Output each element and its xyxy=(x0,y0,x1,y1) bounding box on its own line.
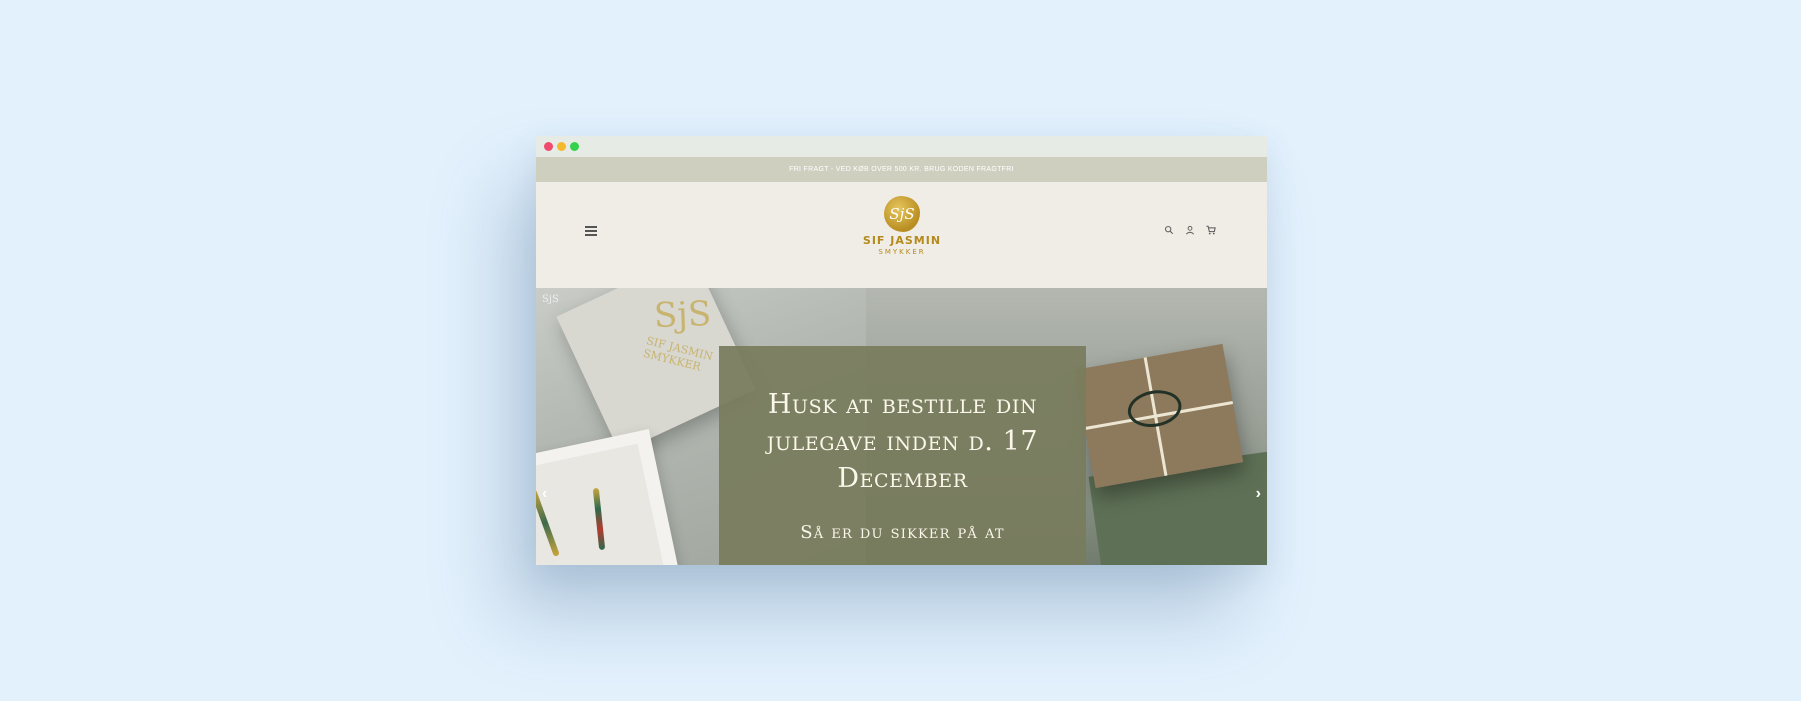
browser-window: Fri fragt - ved køb over 500 kr. Brug ko… xyxy=(536,136,1267,565)
search-icon[interactable] xyxy=(1164,224,1174,236)
slide-next-arrow-icon[interactable]: › xyxy=(1256,485,1261,503)
gift-package-image xyxy=(1074,343,1244,489)
site-header: SjS SIF JASMIN SMYKKER xyxy=(536,182,1267,288)
minimize-window-button[interactable] xyxy=(557,142,566,151)
hero-heading: Husk at bestille din julegave inden d. 1… xyxy=(766,389,1039,494)
menu-icon[interactable] xyxy=(585,226,597,236)
header-icons xyxy=(1164,224,1216,236)
box-logo: SjS xyxy=(653,294,712,336)
window-titlebar xyxy=(536,136,1267,157)
announcement-bar: Fri fragt - ved køb over 500 kr. Brug ko… xyxy=(536,157,1267,182)
hero-slideshow: SjS SIF JASMIN SMYKKER SjS Husk at besti… xyxy=(536,288,1267,565)
hero-subheading: Så er du sikker på at xyxy=(800,522,1005,543)
account-icon[interactable] xyxy=(1185,224,1195,236)
cart-icon[interactable] xyxy=(1206,224,1216,236)
slide-logo: SjS xyxy=(542,294,559,305)
slide-prev-arrow-icon[interactable]: ‹ xyxy=(542,485,547,503)
site-logo[interactable]: SjS SIF JASMIN SMYKKER xyxy=(848,196,956,256)
logo-badge: SjS xyxy=(884,196,920,232)
close-window-button[interactable] xyxy=(544,142,553,151)
hero-text-overlay: Husk at bestille din julegave inden d. 1… xyxy=(719,346,1086,565)
maximize-window-button[interactable] xyxy=(570,142,579,151)
announcement-text: Fri fragt - ved køb over 500 kr. Brug ko… xyxy=(789,166,1014,173)
logo-name: SIF JASMIN xyxy=(862,234,942,247)
earring-tray-image xyxy=(536,429,680,565)
logo-subtitle: SMYKKER xyxy=(878,248,926,256)
